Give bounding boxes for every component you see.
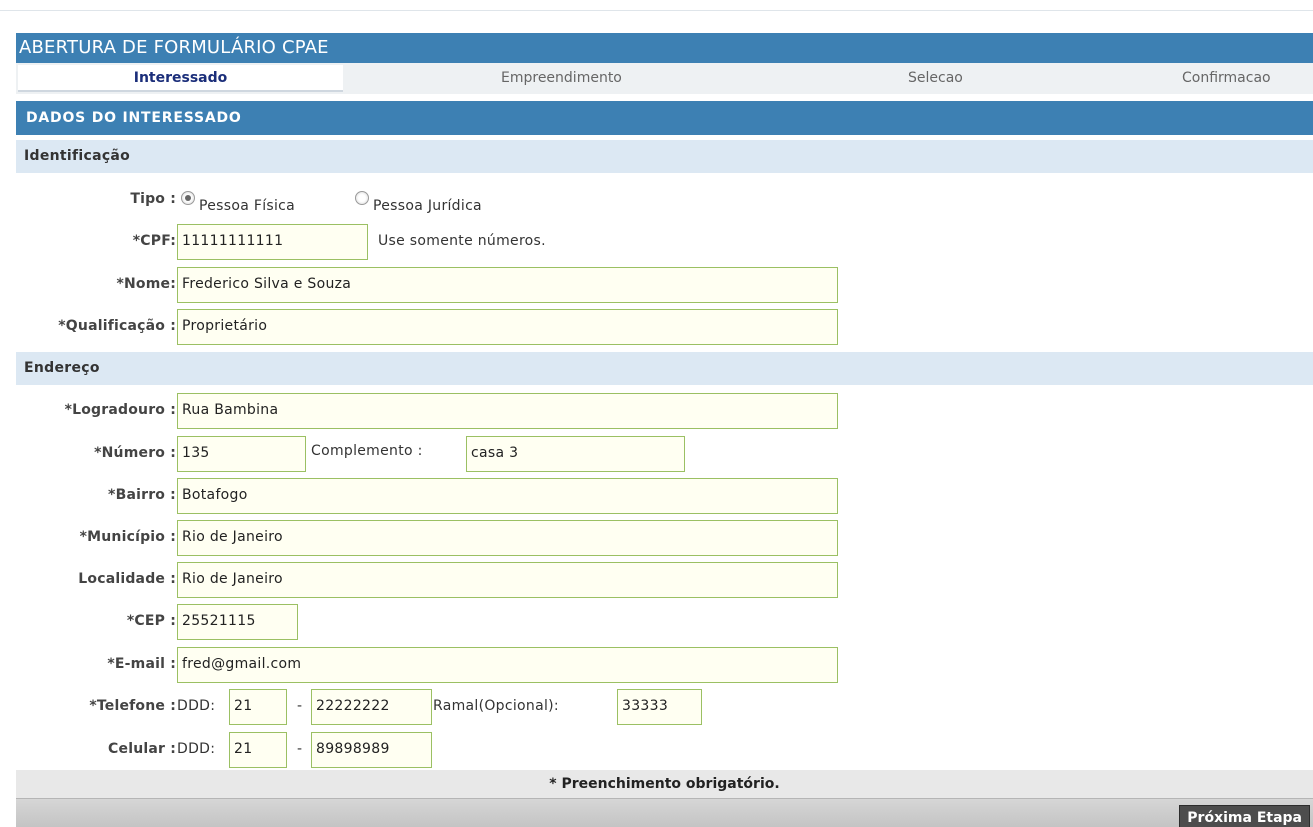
cpf-label: *CPF: [132, 233, 176, 249]
email-label: *E-mail : [107, 656, 176, 672]
complemento-input[interactable]: casa 3 [466, 436, 685, 472]
tab-interessado[interactable]: Interessado [18, 65, 343, 92]
subsection-endereco: Endereço [16, 352, 1313, 385]
celular-dash: - [297, 741, 303, 757]
logradouro-label: *Logradouro : [64, 402, 176, 418]
telefone-ddd-label: DDD: [177, 698, 216, 714]
cep-label: *CEP : [126, 613, 176, 629]
bairro-label: *Bairro : [108, 487, 176, 503]
tab-selecao[interactable]: Selecao [908, 65, 963, 92]
qualificacao-label: *Qualificação : [58, 318, 176, 334]
numero-input[interactable]: 135 [177, 436, 306, 472]
cpf-input[interactable]: 11111111111 [177, 224, 368, 260]
footer-bar: Próxima Etapa [16, 798, 1313, 827]
municipio-input[interactable]: Rio de Janeiro [177, 520, 838, 556]
radio-pessoa-fisica[interactable] [181, 191, 195, 205]
form-title: ABERTURA DE FORMULÁRIO CPAE [16, 33, 1313, 63]
localidade-label: Localidade : [78, 571, 176, 587]
next-step-button[interactable]: Próxima Etapa [1179, 805, 1310, 827]
celular-label: Celular : [108, 741, 176, 757]
municipio-label: *Município : [79, 529, 176, 545]
nome-label: *Nome: [116, 276, 176, 292]
subsection-identificacao: Identificação [16, 140, 1313, 173]
email-input[interactable]: fred@gmail.com [177, 647, 838, 683]
logradouro-input[interactable]: Rua Bambina [177, 393, 838, 429]
tipo-label: Tipo : [130, 191, 176, 207]
telefone-ddd-input[interactable]: 21 [229, 689, 287, 725]
nome-input[interactable]: Frederico Silva e Souza [177, 267, 838, 303]
bairro-input[interactable]: Botafogo [177, 478, 838, 514]
ramal-label: Ramal(Opcional): [433, 698, 559, 714]
cpf-hint: Use somente números. [378, 233, 546, 249]
celular-ddd-label: DDD: [177, 741, 216, 757]
required-note: * Preenchimento obrigatório. [16, 770, 1313, 798]
complemento-label: Complemento : [311, 443, 423, 459]
radio-pessoa-juridica-label: Pessoa Jurídica [373, 198, 482, 214]
numero-label: *Número : [94, 445, 176, 461]
top-divider [0, 10, 1313, 11]
radio-pessoa-juridica[interactable] [355, 191, 369, 205]
qualificacao-input[interactable]: Proprietário [177, 309, 838, 345]
wizard-tabs: Interessado Empreendimento Selecao Confi… [16, 63, 1313, 94]
localidade-input[interactable]: Rio de Janeiro [177, 562, 838, 598]
tab-confirmacao[interactable]: Confirmacao [1182, 65, 1271, 92]
telefone-label: *Telefone : [89, 698, 176, 714]
cep-input[interactable]: 25521115 [177, 604, 298, 640]
ramal-input[interactable]: 33333 [617, 689, 702, 725]
telefone-dash: - [297, 698, 303, 714]
section-header: DADOS DO INTERESSADO [16, 101, 1313, 135]
telefone-numero-input[interactable]: 22222222 [311, 689, 432, 725]
radio-pessoa-fisica-label: Pessoa Física [199, 198, 296, 214]
celular-numero-input[interactable]: 89898989 [311, 732, 432, 768]
tab-empreendimento[interactable]: Empreendimento [501, 65, 622, 92]
celular-ddd-input[interactable]: 21 [229, 732, 287, 768]
